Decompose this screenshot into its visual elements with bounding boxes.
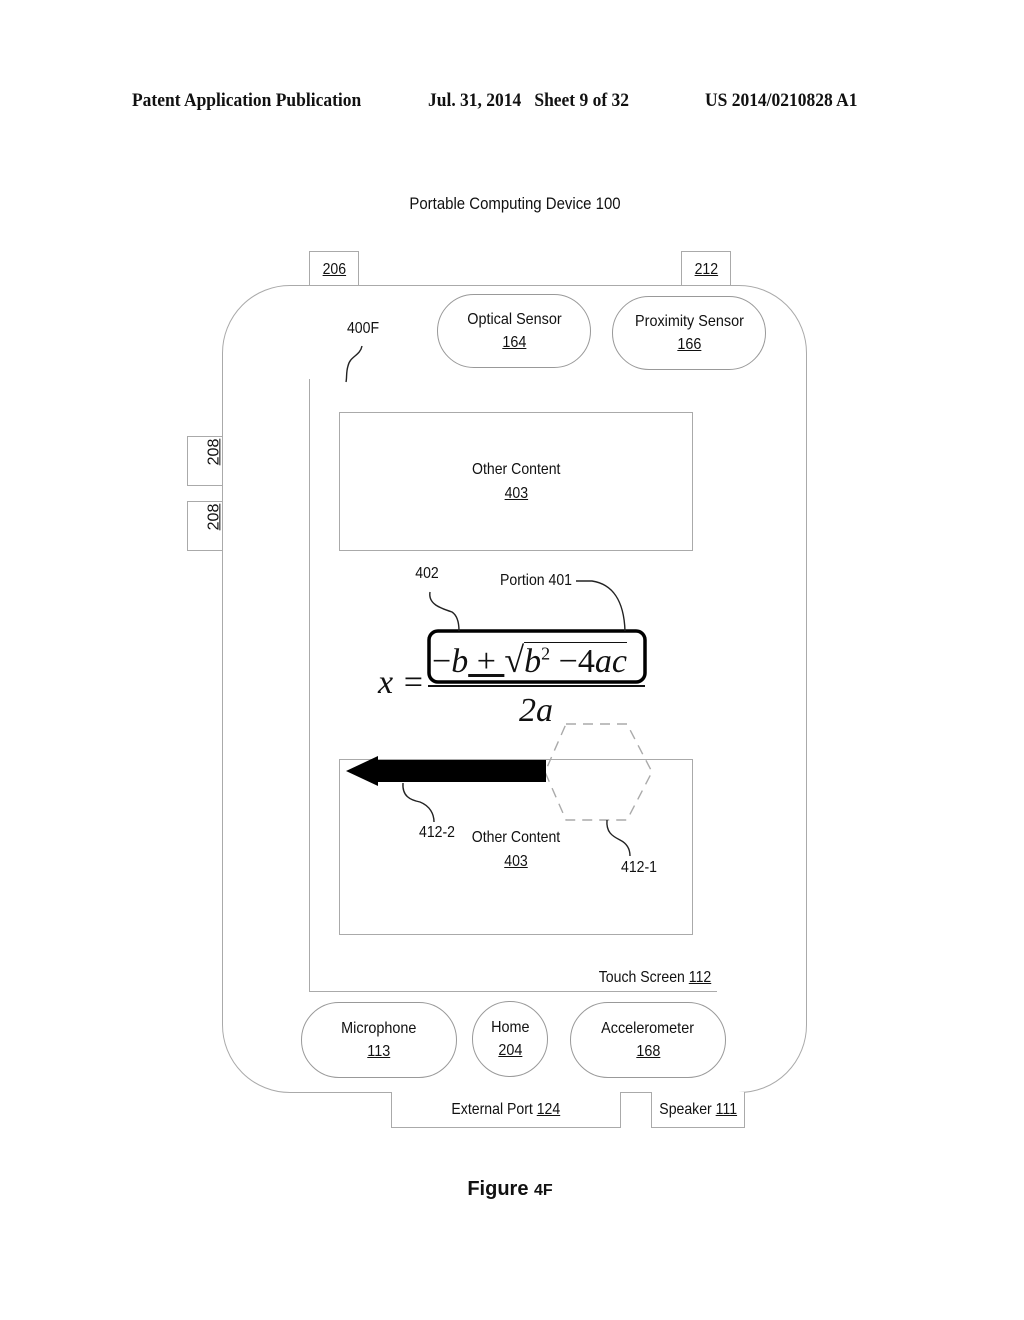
leader-412-1 [606, 819, 631, 857]
gesture-arrow-icon [346, 756, 546, 786]
leader-portion-401 [576, 580, 626, 632]
leader-400f [345, 345, 363, 383]
gesture-start-hexagon [544, 723, 653, 821]
portion-highlight-box [427, 629, 647, 684]
leader-412-2 [402, 782, 435, 823]
diagram-overlay [345, 345, 653, 857]
leader-402 [429, 591, 460, 632]
